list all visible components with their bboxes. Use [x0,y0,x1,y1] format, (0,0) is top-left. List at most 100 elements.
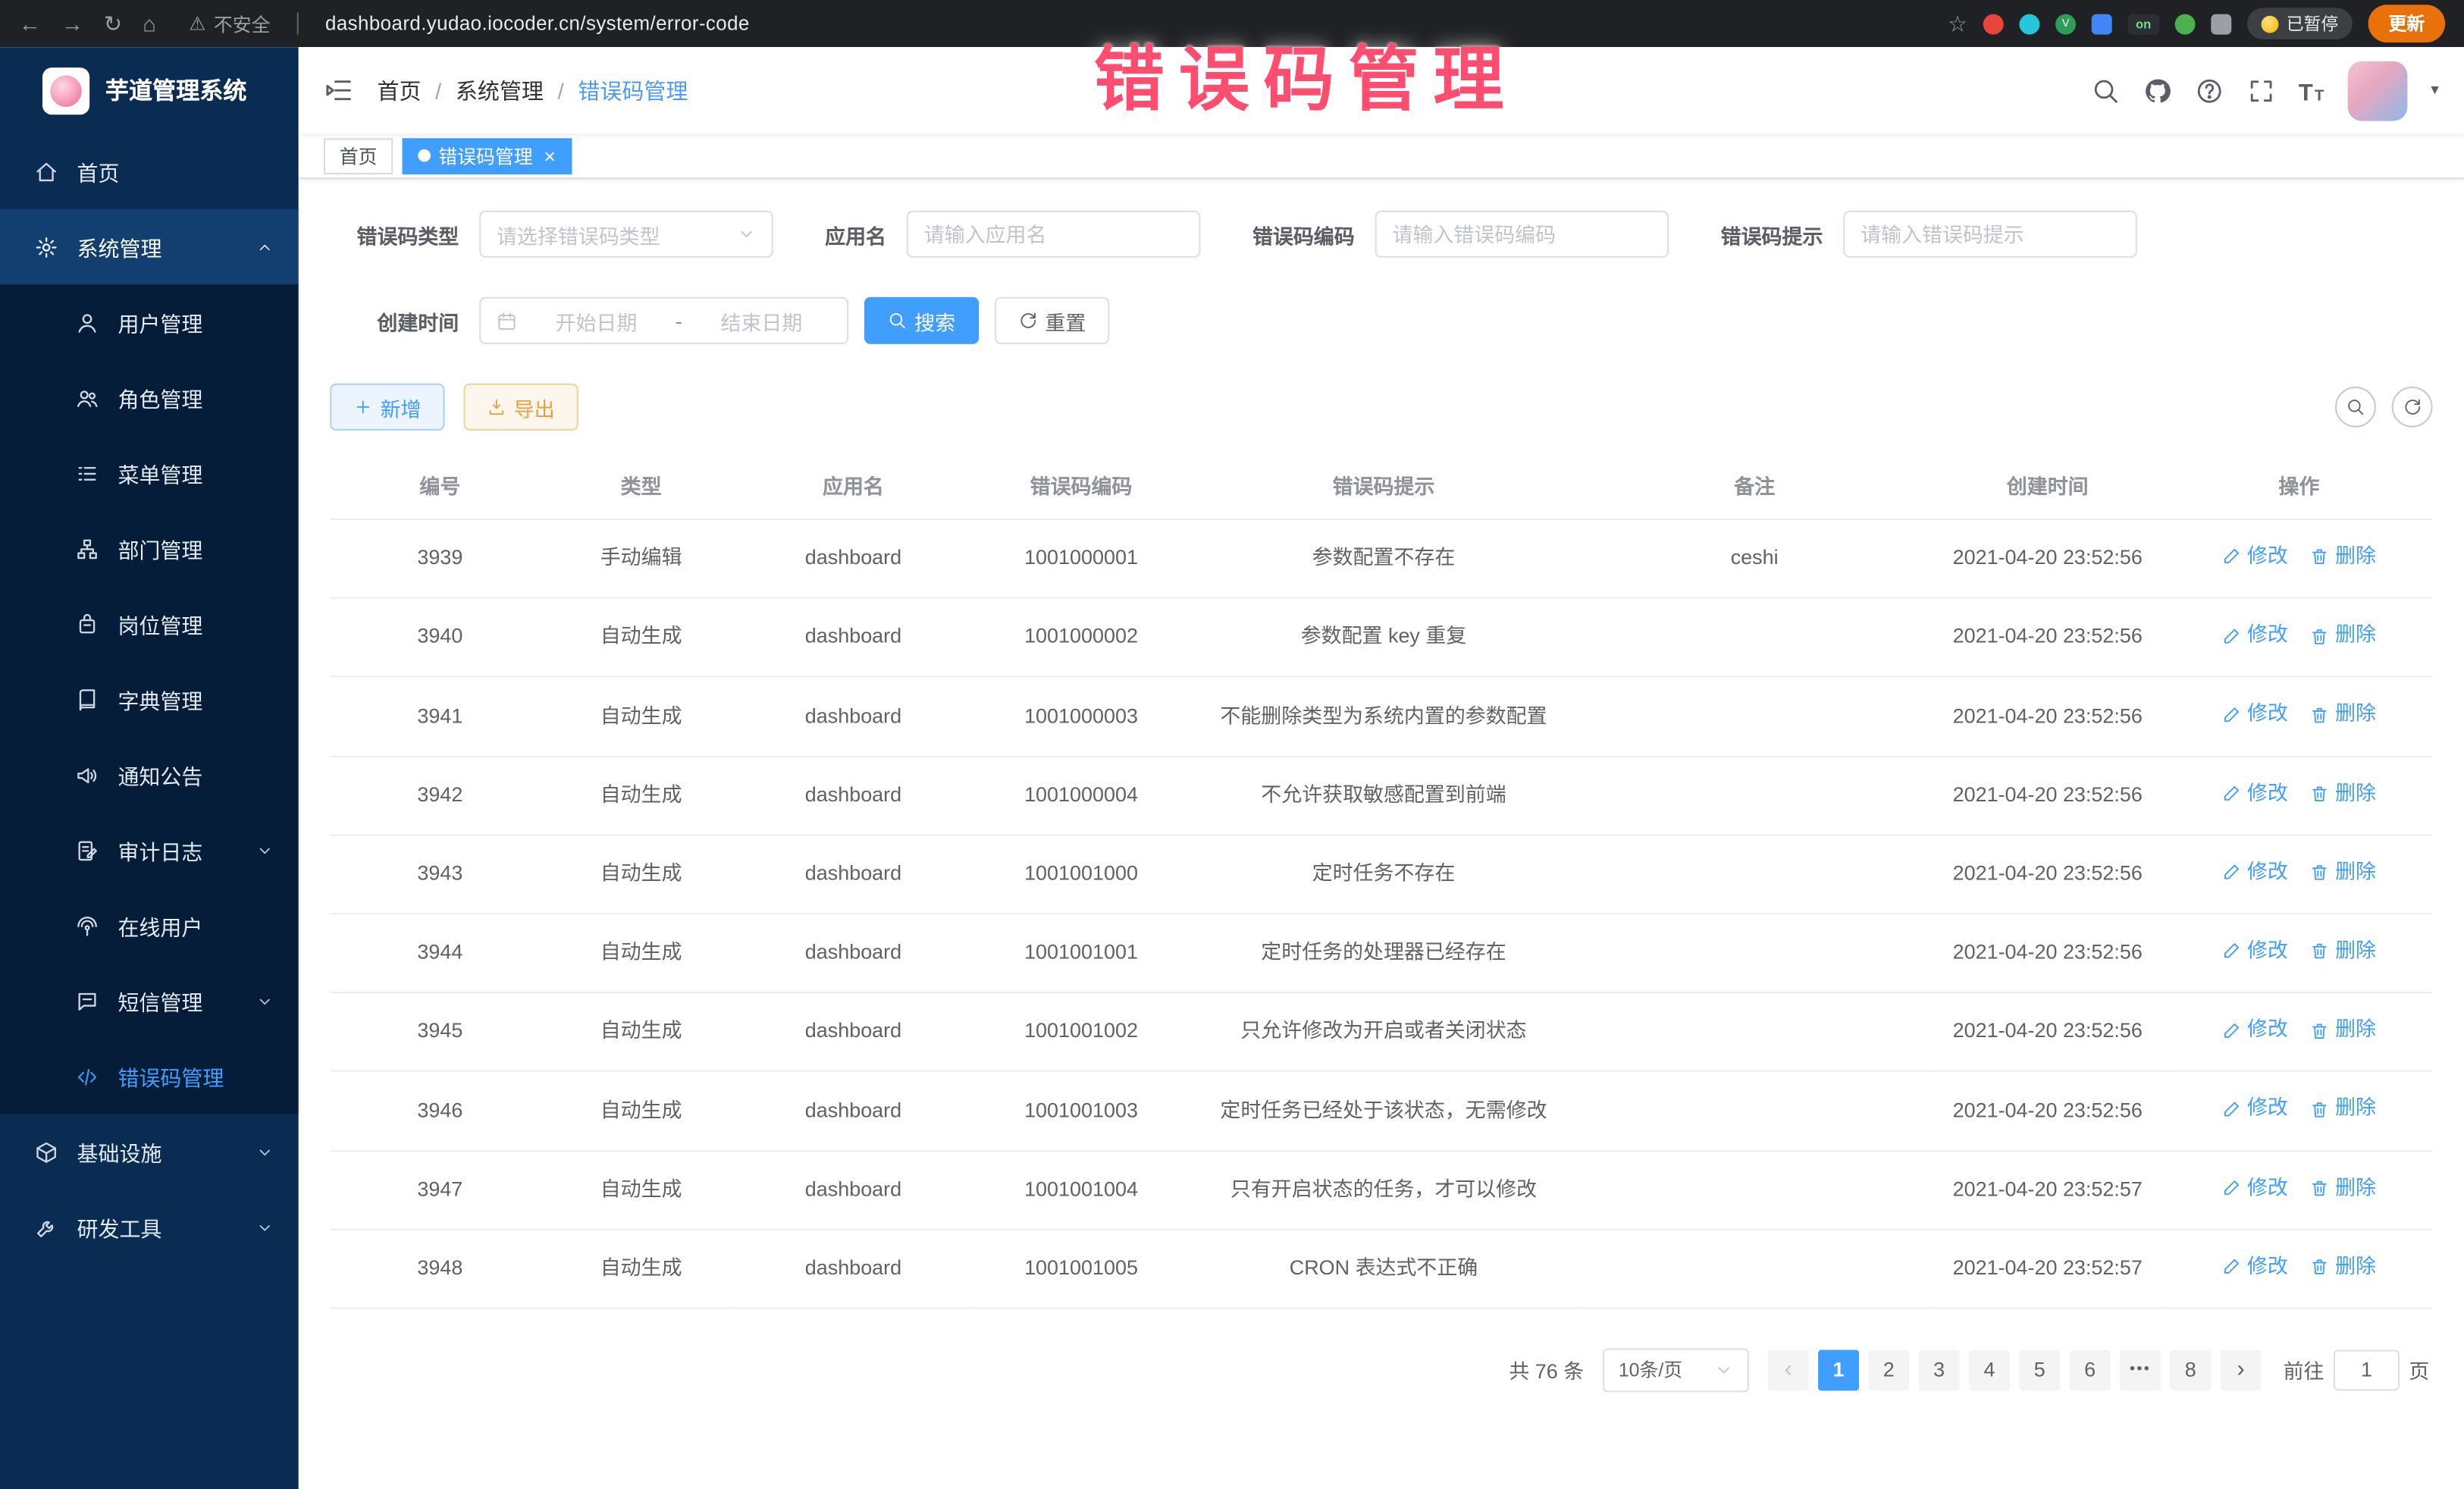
add-button[interactable]: 新增 [330,384,444,431]
tab-error-code[interactable]: 错误码管理 × [403,137,572,174]
browser-home-icon[interactable]: ⌂ [143,13,156,35]
font-size-icon[interactable] [2299,77,2324,105]
search-icon[interactable] [2091,77,2119,105]
error-code-input[interactable] [1375,211,1669,258]
sidebar-item-dev-tool[interactable]: 研发工具 [0,1190,299,1265]
app-logo[interactable]: 芋道管理系统 [0,47,299,133]
breadcrumb-home[interactable]: 首页 [377,74,421,105]
edit-link[interactable]: 修改 [2222,935,2288,967]
sidebar-item-online-user[interactable]: 在线用户 [0,888,299,963]
edit-link[interactable]: 修改 [2222,1171,2288,1204]
edit-link[interactable]: 修改 [2222,1250,2288,1283]
user-avatar[interactable] [2348,61,2408,121]
search-button[interactable]: 搜索 [864,297,979,344]
delete-link[interactable]: 删除 [2310,935,2376,967]
sidebar-item-dept[interactable]: 部门管理 [0,511,299,586]
sidebar-item-audit-log[interactable]: 审计日志 [0,813,299,888]
cell-created: 2021-04-20 23:52:57 [1930,1229,2165,1308]
delete-link[interactable]: 删除 [2310,1092,2376,1125]
export-button[interactable]: 导出 [463,384,578,431]
page-button[interactable]: 6 [2070,1350,2111,1390]
sidebar-item-user[interactable]: 用户管理 [0,284,299,359]
sidebar-item-dict[interactable]: 字典管理 [0,662,299,737]
page-size-select[interactable]: 10条/页 [1603,1348,1749,1392]
goto-page-input[interactable] [2334,1350,2400,1390]
page-button[interactable]: 1 [1818,1350,1859,1390]
delete-link[interactable]: 删除 [2310,1171,2376,1204]
app-name-input[interactable] [907,211,1201,258]
cell-code: 1001000001 [974,519,1188,598]
back-icon[interactable]: ← [19,13,41,35]
edit-link[interactable]: 修改 [2222,541,2288,573]
error-msg-input[interactable] [1843,211,2137,258]
bookmark-star-icon[interactable]: ☆ [1948,13,1967,35]
url-text[interactable]: dashboard.yudao.iocoder.cn/system/error-… [325,13,750,35]
security-warning[interactable]: ⚠ 不安全 [189,10,270,36]
delete-link[interactable]: 删除 [2310,856,2376,889]
help-icon[interactable] [2195,77,2223,105]
cell-id: 3944 [330,914,550,992]
delete-link[interactable]: 删除 [2310,777,2376,810]
refresh-table-button[interactable] [2392,387,2433,428]
sidebar-item-role[interactable]: 角色管理 [0,360,299,435]
extension-icon[interactable] [2175,14,2196,34]
cell-id: 3947 [330,1150,550,1229]
extension-icon[interactable] [2092,14,2112,34]
table-row: 3945自动生成dashboard1001001002只允许修改为开启或者关闭状… [330,992,2432,1071]
paused-badge[interactable]: 已暂停 [2247,8,2353,39]
delete-link[interactable]: 删除 [2310,1014,2376,1046]
sidebar-item-post[interactable]: 岗位管理 [0,586,299,661]
tab-home[interactable]: 首页 [324,137,393,174]
header-remark: 备注 [1579,451,1930,519]
forward-icon[interactable]: → [61,13,83,35]
reload-icon[interactable]: ↻ [104,13,122,35]
page-button[interactable]: 5 [2019,1350,2060,1390]
update-button[interactable]: 更新 [2368,5,2446,42]
cell-remark [1579,1150,1930,1229]
delete-icon [2310,705,2329,724]
sidebar-item-notice[interactable]: 通知公告 [0,737,299,812]
delete-link[interactable]: 删除 [2310,1250,2376,1283]
page-button[interactable]: 3 [1919,1350,1960,1390]
close-icon[interactable]: × [544,146,556,166]
toggle-search-button[interactable] [2335,387,2376,428]
caret-down-icon[interactable]: ▾ [2431,82,2438,99]
breadcrumb-system[interactable]: 系统管理 [456,74,544,105]
search-icon [888,311,907,330]
sidebar-item-sms[interactable]: 短信管理 [0,964,299,1039]
github-icon[interactable] [2143,77,2171,105]
extension-icon[interactable] [2019,14,2039,34]
edit-link[interactable]: 修改 [2222,1014,2288,1046]
edit-link[interactable]: 修改 [2222,698,2288,731]
hamburger-icon[interactable] [324,75,353,105]
fullscreen-icon[interactable] [2246,77,2274,105]
error-type-select[interactable]: 请选择错误码类型 [479,211,773,258]
extension-icon[interactable]: V [2055,14,2076,34]
sidebar-item-infra[interactable]: 基础设施 [0,1114,299,1190]
edit-link[interactable]: 修改 [2222,856,2288,889]
date-range-picker[interactable]: 开始日期 - 结束日期 [479,297,848,344]
page-button[interactable]: 4 [1969,1350,2010,1390]
reset-button[interactable]: 重置 [995,297,1109,344]
page-button[interactable]: 8 [2170,1350,2211,1390]
extension-on-badge[interactable]: on [2127,14,2158,34]
extension-icon[interactable] [1983,14,2004,34]
more-pages-button[interactable]: ••• [2120,1350,2161,1390]
sidebar-item-error-code[interactable]: 错误码管理 [0,1039,299,1114]
sidebar-item-menu[interactable]: 菜单管理 [0,435,299,510]
delete-icon [2310,784,2329,803]
edit-link[interactable]: 修改 [2222,777,2288,810]
delete-link[interactable]: 删除 [2310,619,2376,652]
cell-msg: 不能删除类型为系统内置的参数配置 [1188,677,1579,756]
prev-page-button[interactable]: ‹ [1768,1350,1809,1390]
extensions-puzzle-icon[interactable] [2211,14,2231,34]
sidebar-item-system[interactable]: 系统管理 [0,209,299,284]
delete-link[interactable]: 删除 [2310,698,2376,731]
sidebar-item-home[interactable]: 首页 [0,133,299,208]
delete-link[interactable]: 删除 [2310,541,2376,573]
next-page-button[interactable]: › [2221,1350,2262,1390]
date-start-placeholder: 开始日期 [526,306,666,335]
edit-link[interactable]: 修改 [2222,1092,2288,1125]
page-button[interactable]: 2 [1868,1350,1909,1390]
edit-link[interactable]: 修改 [2222,619,2288,652]
